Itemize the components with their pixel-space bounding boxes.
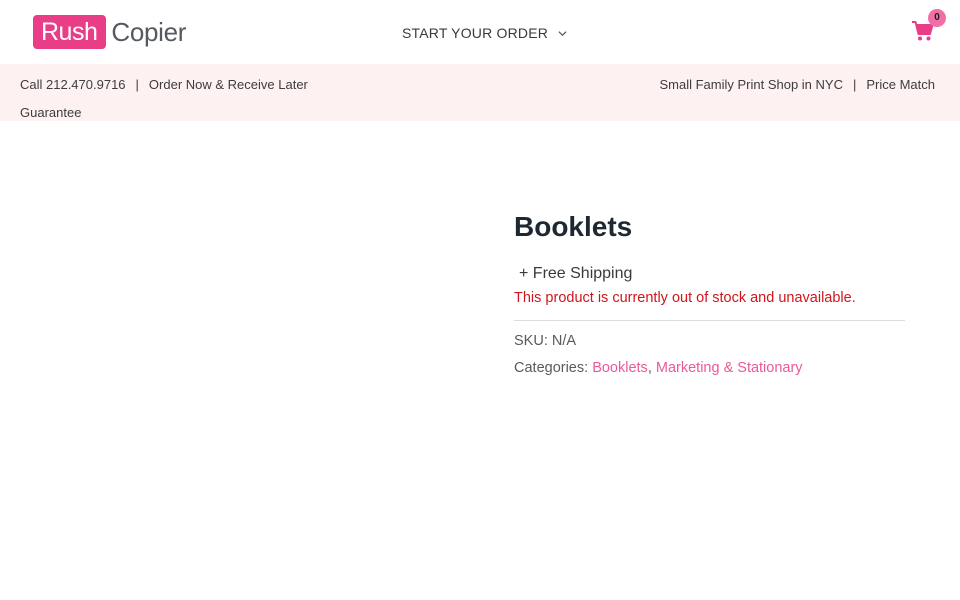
shop-tagline: Small Family Print Shop in NYC [659, 77, 843, 92]
phone-link[interactable]: Call 212.470.9716 [20, 77, 126, 92]
logo-rush-mark: Rush [33, 15, 107, 49]
category-separator: , [647, 360, 652, 376]
sku-value: N/A [551, 333, 577, 349]
sku-label: SKU: [514, 333, 548, 349]
site-header: Rush Copier START YOUR ORDER 0 [0, 0, 960, 64]
chevron-down-icon [558, 30, 567, 36]
info-bar-right: Small Family Print Shop in NYC | Price Mat… [659, 71, 935, 99]
categories-label: Categories: [514, 360, 589, 376]
info-separator: | [852, 77, 857, 92]
product-title: Booklets [514, 211, 633, 242]
guarantee-text: Guarantee [20, 105, 82, 120]
out-of-stock-message: This product is currently out of stock a… [514, 290, 856, 306]
start-order-menu[interactable]: START YOUR ORDER [402, 22, 567, 44]
info-separator: | [135, 77, 139, 92]
product-meta-divider [514, 320, 905, 321]
info-bar: Call 212.470.9716 | Order Now & Receive La… [0, 64, 960, 121]
free-shipping-note: + Free Shipping [519, 265, 633, 282]
start-order-label: START YOUR ORDER [402, 25, 549, 41]
info-bar-left: Call 212.470.9716 | Order Now & Receive La… [20, 71, 360, 127]
cart-count-badge[interactable]: 0 [928, 9, 946, 27]
site-logo[interactable]: Rush Copier [33, 15, 186, 49]
price-match-text: Price Match [866, 77, 935, 92]
category-link-booklets[interactable]: Booklets [592, 360, 648, 376]
category-link-marketing-stationary[interactable]: Marketing & Stationary [656, 360, 803, 376]
logo-copier-text: Copier [111, 17, 187, 47]
sku-row: SKU: N/A [514, 331, 576, 351]
categories-row: Categories: Booklets, Marketing & Statio… [514, 358, 803, 378]
order-note: Order Now & Receive Later [148, 77, 308, 92]
